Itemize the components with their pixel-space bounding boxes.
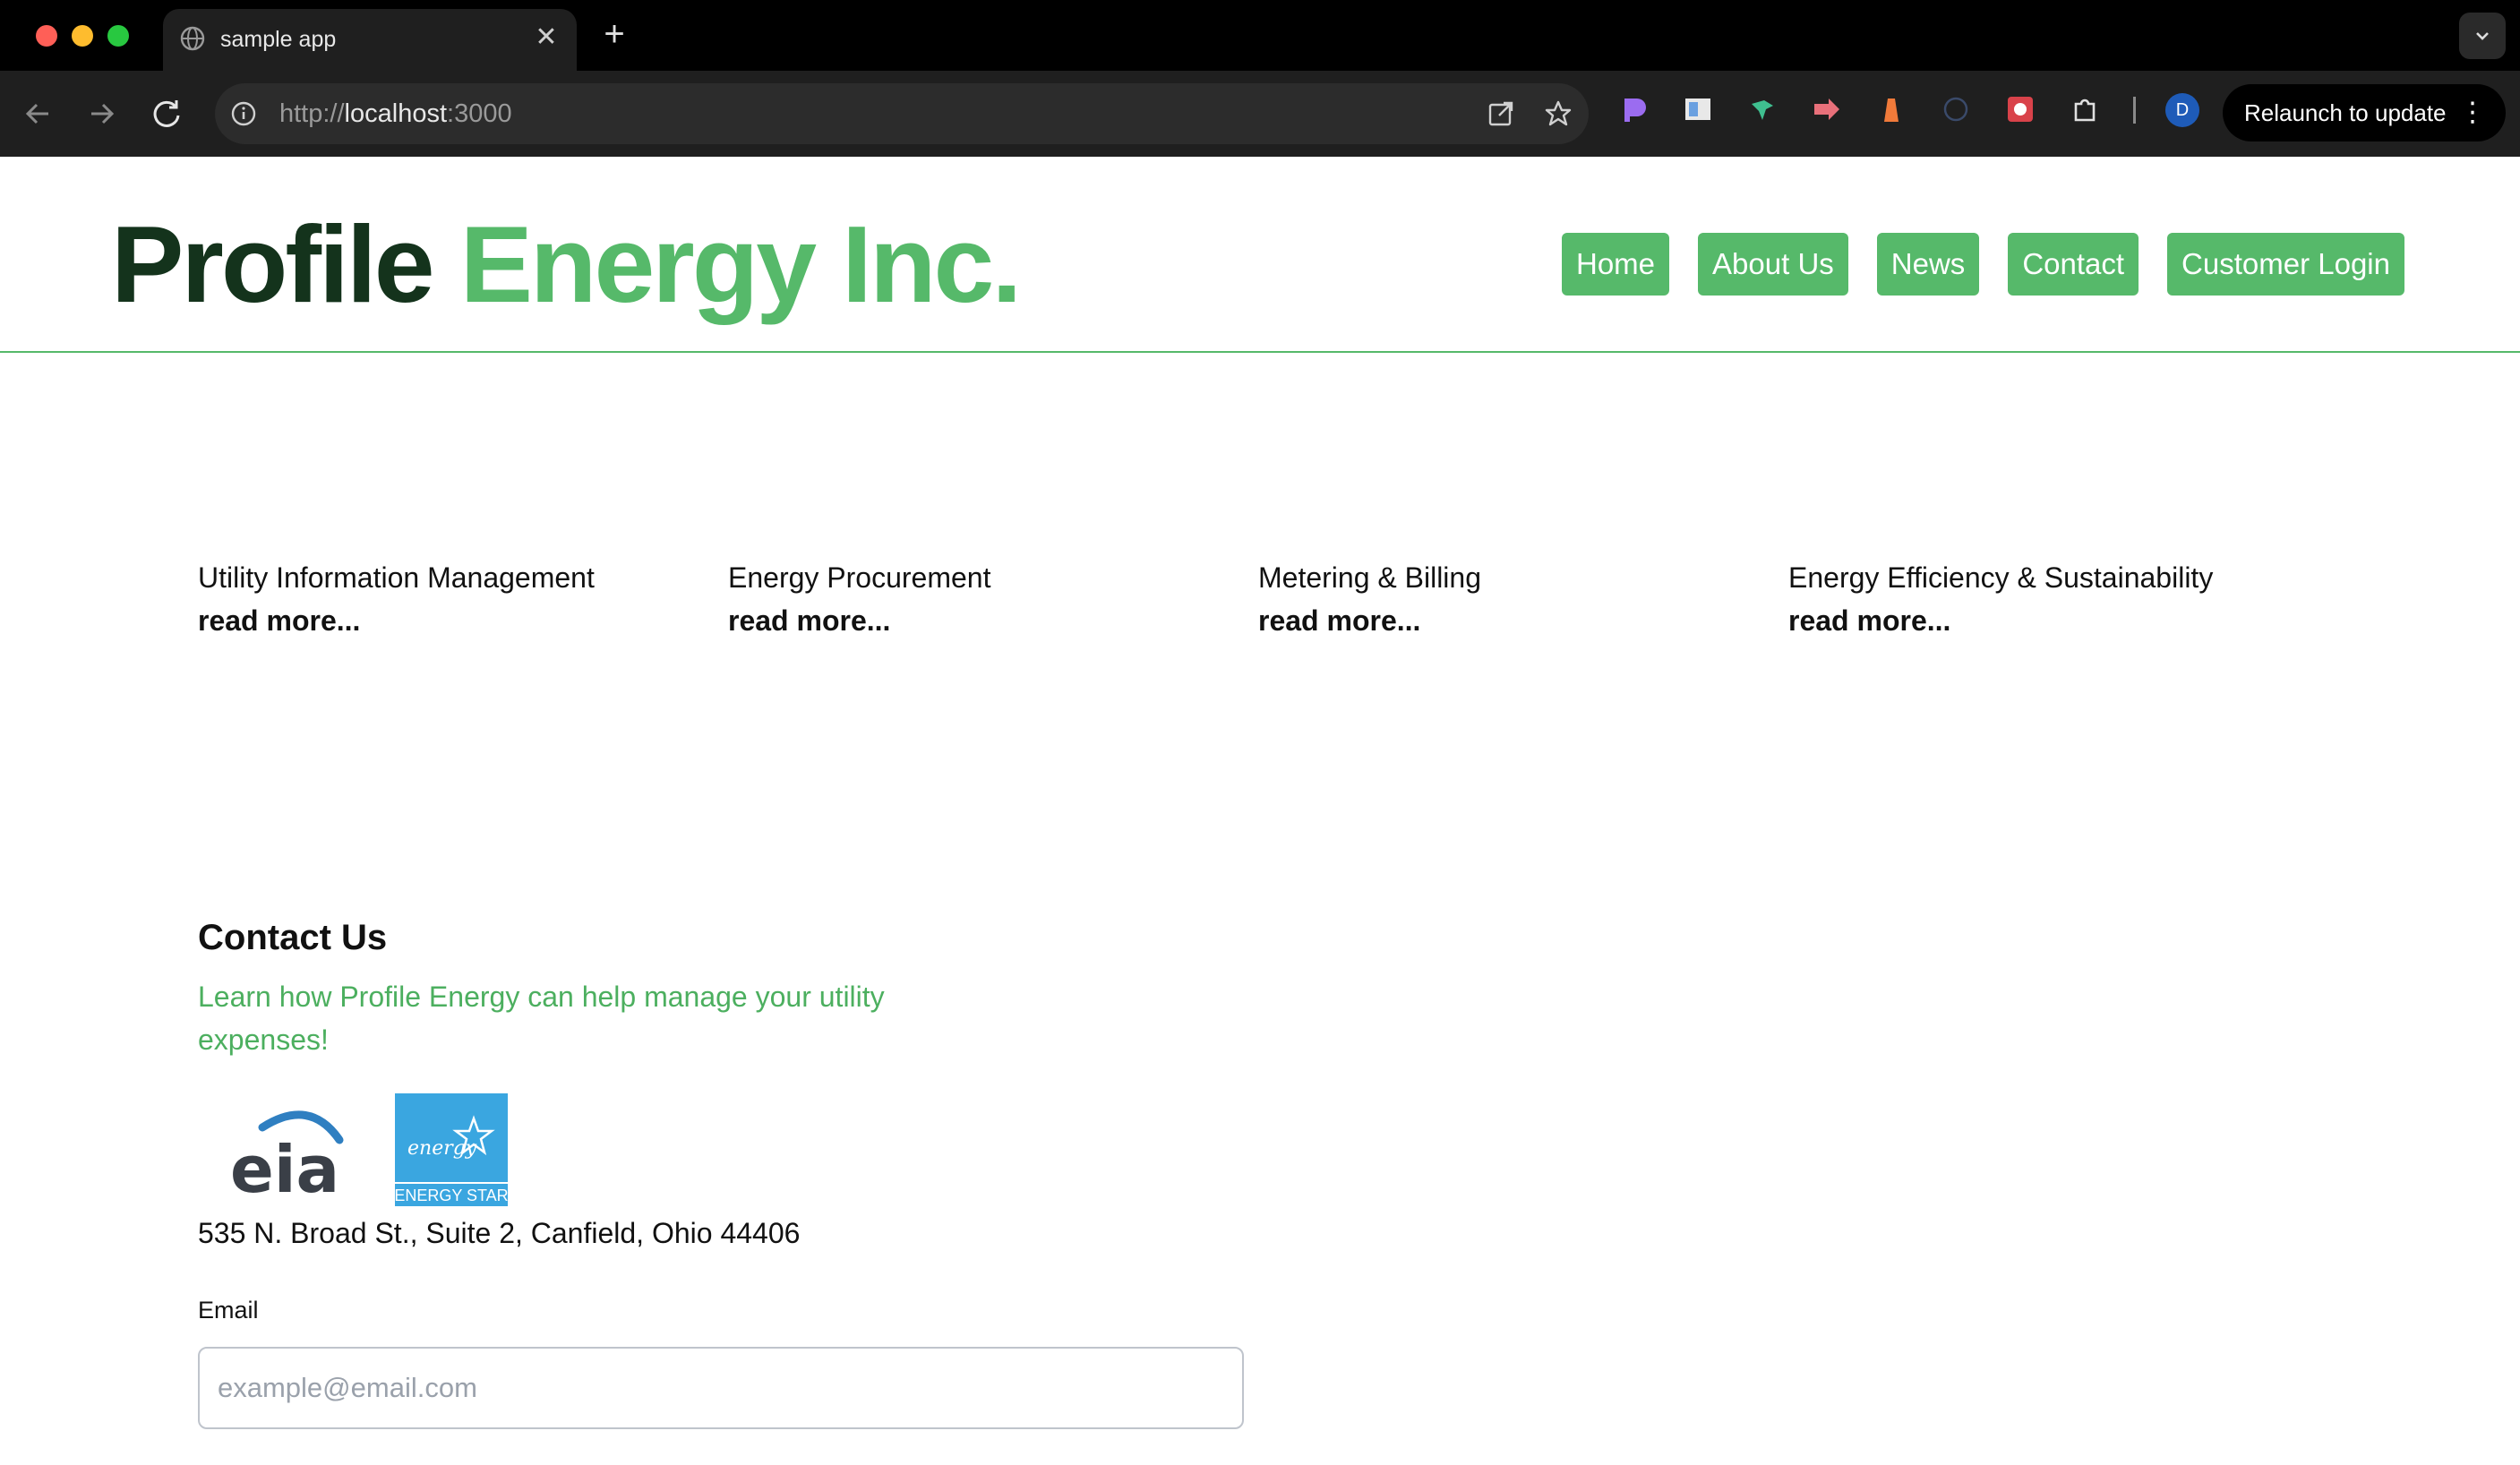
service-card: Energy Efficiency & Sustainability read …	[1788, 556, 2290, 642]
extension-arrow-icon[interactable]	[1811, 93, 1843, 125]
service-title: Metering & Billing	[1258, 561, 1481, 594]
svg-text:ENERGY STAR: ENERGY STAR	[395, 1187, 508, 1204]
partner-logos: eia energy ENERGY STAR	[198, 1093, 556, 1206]
tab-list-chevron-icon[interactable]	[2459, 13, 2506, 59]
read-more-link[interactable]: read more...	[728, 604, 890, 637]
close-window-button[interactable]	[36, 25, 57, 47]
extension-lighthouse-icon[interactable]	[1875, 93, 1907, 125]
site-logo[interactable]: Profile Energy Inc.	[111, 201, 1023, 327]
maximize-window-button[interactable]	[107, 25, 129, 47]
nav-news[interactable]: News	[1876, 233, 1980, 296]
eia-logo: eia	[230, 1110, 344, 1201]
read-more-link[interactable]: read more...	[198, 604, 360, 637]
nav-customer-login[interactable]: Customer Login	[2167, 233, 2404, 296]
extension-bird-icon[interactable]	[1746, 93, 1779, 125]
relaunch-button[interactable]: Relaunch to update ⋮	[2223, 84, 2506, 141]
svg-text:energy: energy	[407, 1137, 477, 1160]
site-info-icon[interactable]	[229, 99, 258, 128]
tab-title: sample app	[220, 27, 337, 52]
contact-title: Contact Us	[198, 918, 388, 957]
back-arrow-icon[interactable]	[16, 92, 59, 135]
close-tab-icon[interactable]: ✕	[532, 23, 561, 52]
read-more-link[interactable]: read more...	[1788, 604, 1950, 637]
extension-purple-icon[interactable]	[1617, 93, 1650, 125]
tab-strip: sample app ✕ +	[0, 0, 2520, 71]
page: Profile Energy Inc. Home About Us News C…	[0, 157, 2520, 1465]
read-more-link[interactable]: read more...	[1258, 604, 1420, 637]
forward-arrow-icon[interactable]	[81, 92, 124, 135]
browser-chrome: sample app ✕ + http://localhost:3000 D R…	[0, 0, 2520, 157]
bookmark-star-icon[interactable]	[1542, 98, 1574, 130]
service-card: Utility Information Management read more…	[198, 556, 699, 642]
extensions-puzzle-icon[interactable]	[2069, 93, 2101, 125]
logo-part-green: Energy Inc.	[459, 203, 1023, 325]
logo-part-dark: Profile	[111, 203, 435, 325]
nav-contact[interactable]: Contact	[2008, 233, 2139, 296]
service-title: Energy Procurement	[728, 561, 991, 594]
svg-text:eia: eia	[230, 1132, 339, 1201]
main-nav: Home About Us News Contact Customer Logi…	[1562, 233, 2404, 296]
open-in-app-icon[interactable]	[1485, 98, 1517, 130]
contact-tagline: Learn how Profile Energy can help manage…	[198, 981, 885, 1056]
new-tab-button[interactable]: +	[598, 16, 630, 52]
active-tab[interactable]: sample app ✕	[163, 9, 577, 71]
services-section: Utility Information Management read more…	[198, 556, 2347, 664]
nav-home[interactable]: Home	[1562, 233, 1670, 296]
company-address: 535 N. Broad St., Suite 2, Canfield, Ohi…	[198, 1217, 801, 1249]
kebab-menu-icon[interactable]: ⋮	[2459, 84, 2486, 141]
browser-toolbar: http://localhost:3000	[0, 71, 2520, 157]
reload-icon[interactable]	[145, 92, 188, 135]
site-header: Profile Energy Inc. Home About Us News C…	[0, 157, 2520, 353]
nav-about-us[interactable]: About Us	[1698, 233, 1848, 296]
relaunch-label: Relaunch to update	[2244, 99, 2447, 126]
service-title: Energy Efficiency & Sustainability	[1788, 561, 2214, 594]
service-card: Metering & Billing read more...	[1258, 556, 1760, 642]
url-text: http://localhost:3000	[279, 99, 512, 128]
service-card: Energy Procurement read more...	[728, 556, 1230, 642]
extension-red-icon[interactable]	[2004, 93, 2036, 125]
address-bar[interactable]: http://localhost:3000	[215, 83, 1589, 144]
chevron-down-icon	[2476, 32, 2489, 40]
profile-avatar[interactable]: D	[2165, 93, 2199, 127]
email-label: Email	[198, 1297, 259, 1324]
extension-reader-icon[interactable]	[1682, 93, 1714, 125]
service-title: Utility Information Management	[198, 561, 595, 594]
globe-icon	[180, 26, 205, 51]
extension-circle-icon[interactable]	[1940, 93, 1972, 125]
email-field[interactable]	[198, 1347, 1244, 1429]
energy-star-logo: energy ENERGY STAR	[395, 1093, 508, 1206]
toolbar-separator	[2133, 97, 2136, 124]
minimize-window-button[interactable]	[72, 25, 93, 47]
